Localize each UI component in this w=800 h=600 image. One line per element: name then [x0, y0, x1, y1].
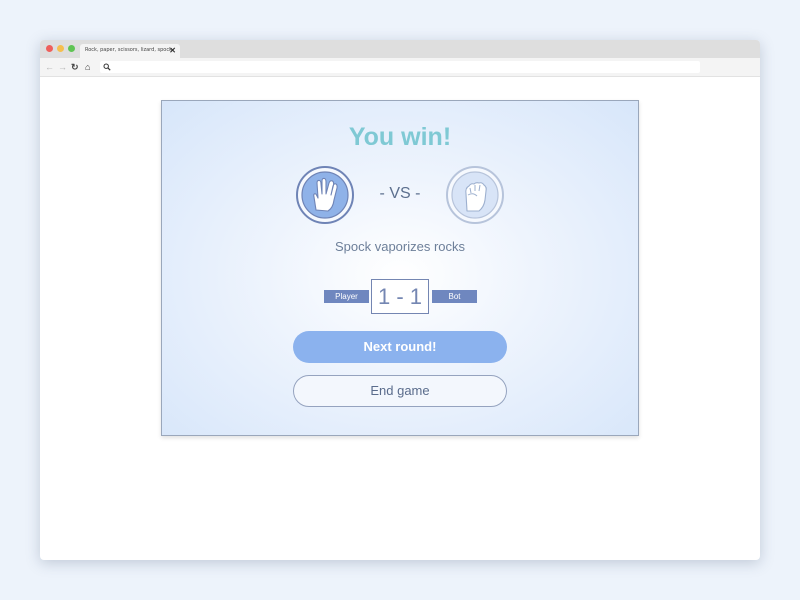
bot-score-label: Bot — [432, 290, 477, 303]
back-arrow-icon[interactable]: ← — [45, 61, 54, 73]
player-score-label: Player — [324, 290, 369, 303]
close-window-button[interactable] — [46, 45, 53, 52]
search-icon — [103, 63, 111, 71]
next-round-button[interactable]: Next round! — [293, 331, 507, 363]
result-title: You win! — [348, 123, 452, 151]
vs-label: - VS - — [379, 185, 421, 202]
rock-fist-icon — [446, 166, 504, 224]
browser-toolbar: ← → ↻ ⌂ — [40, 58, 760, 77]
browser-tab[interactable]: Rock, paper, scissors, lizard, spock ✕ — [80, 44, 180, 58]
home-icon[interactable]: ⌂ — [85, 61, 90, 73]
game-card: You win! - VS - Spock vaporizes rocks Pl… — [161, 100, 639, 436]
forward-arrow-icon[interactable]: → — [58, 61, 67, 73]
tab-bar: Rock, paper, scissors, lizard, spock ✕ — [40, 40, 760, 58]
minimize-window-button[interactable] — [57, 45, 64, 52]
close-icon[interactable]: ✕ — [169, 45, 176, 57]
round-result-text: Spock vaporizes rocks — [334, 239, 466, 254]
address-bar[interactable] — [100, 61, 700, 73]
score-display: 1 - 1 — [371, 279, 429, 314]
tab-title: Rock, paper, scissors, lizard, spock — [85, 47, 172, 53]
reload-icon[interactable]: ↻ — [71, 61, 79, 73]
end-game-button[interactable]: End game — [293, 375, 507, 407]
maximize-window-button[interactable] — [68, 45, 75, 52]
